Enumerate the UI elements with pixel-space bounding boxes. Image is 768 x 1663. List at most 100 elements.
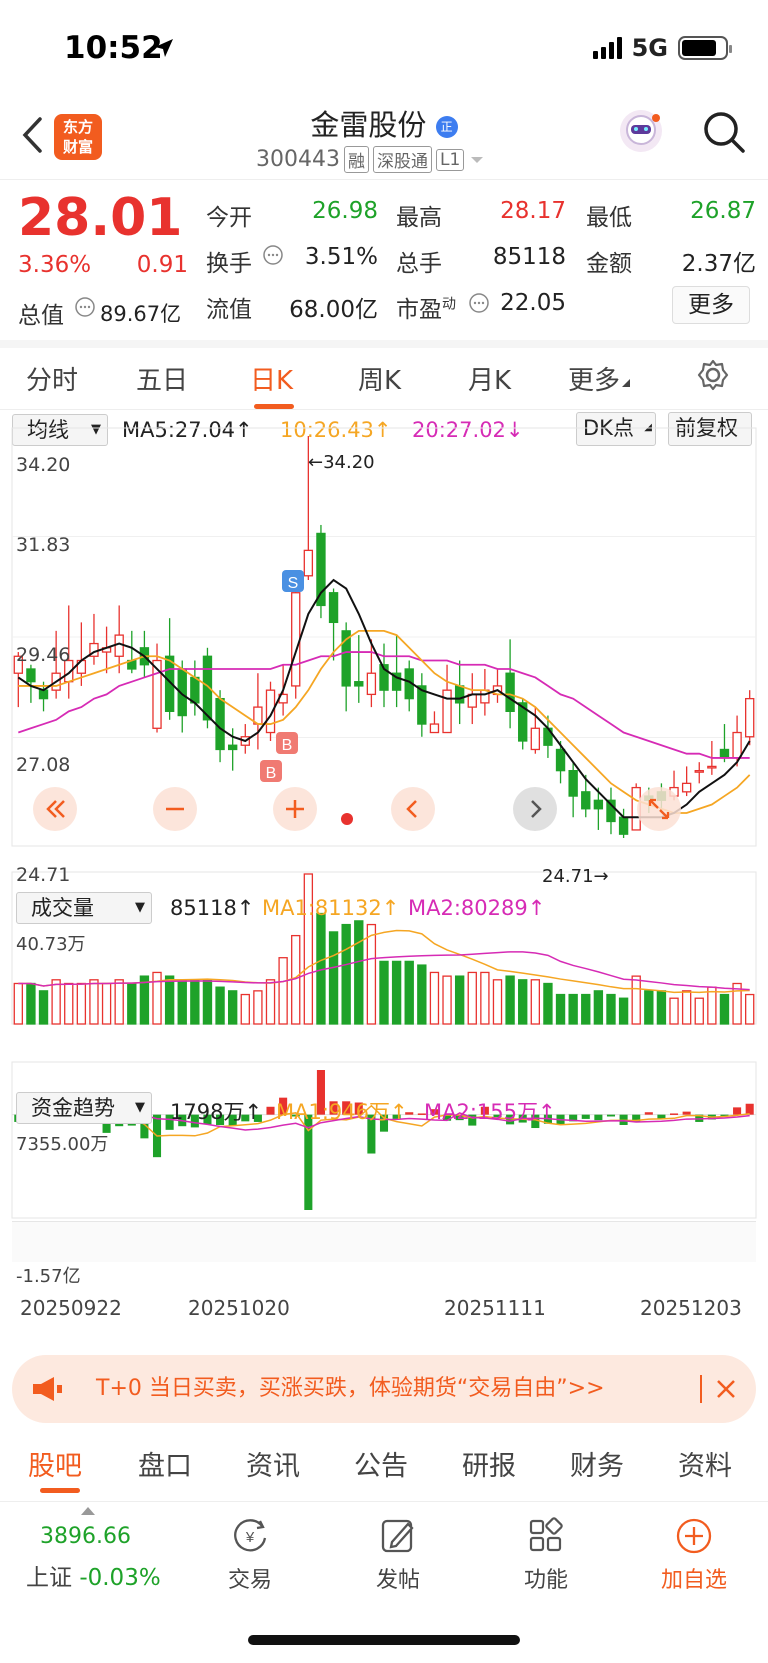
- volume-bar: [644, 990, 654, 1025]
- current-price: 28.01: [18, 188, 183, 248]
- tab-weekly-k[interactable]: 周K: [358, 360, 401, 397]
- index-value[interactable]: 3896.66: [40, 1524, 131, 1549]
- post-button[interactable]: 发帖: [348, 1516, 448, 1594]
- settings-icon[interactable]: [696, 358, 730, 392]
- funds-bar: [581, 1114, 590, 1119]
- low-label: 最低: [586, 205, 632, 231]
- candle-body: [480, 689, 490, 704]
- info-icon[interactable]: [74, 296, 96, 318]
- candle-body: [581, 791, 591, 810]
- kline-chart[interactable]: [0, 410, 768, 1340]
- funds-bar: [644, 1112, 653, 1115]
- tab-news[interactable]: 资讯: [246, 1444, 300, 1483]
- promo-banner[interactable]: T+0 当日买卖，买涨买跌，体验期货“交易自由”>>: [12, 1355, 756, 1423]
- volume-bar: [391, 960, 402, 1025]
- scroll-left-fast-icon[interactable]: [32, 786, 78, 832]
- trade-icon: ¥: [234, 1519, 267, 1552]
- x-axis-band: [12, 1222, 756, 1262]
- volume-bar: [454, 975, 465, 1025]
- index-name[interactable]: 上证 -0.03%: [26, 1558, 161, 1592]
- candle-body: [530, 727, 541, 751]
- volume-bar: [379, 960, 389, 1025]
- candle-body: [429, 723, 440, 734]
- candle-body: [719, 748, 730, 759]
- volume-bar: [442, 975, 452, 1025]
- more-button[interactable]: 更多: [672, 286, 750, 324]
- volume-indicator-select[interactable]: 成交量 ▼: [16, 892, 152, 924]
- tab-research[interactable]: 研报: [462, 1444, 516, 1483]
- candle-body: [26, 668, 36, 683]
- tab-intraday[interactable]: 分时: [26, 360, 78, 397]
- add-watchlist-button[interactable]: 加自选: [644, 1516, 744, 1594]
- volume-bar: [581, 993, 591, 1025]
- volume-bar: [190, 979, 200, 1025]
- candle-body: [618, 816, 629, 835]
- volume-label: 总手: [396, 251, 442, 277]
- funds-ma1-label: MA1:946万↑: [276, 1100, 408, 1124]
- tab-more[interactable]: 更多: [568, 360, 632, 397]
- network-type: 5G: [631, 34, 668, 62]
- zoom-out-icon[interactable]: [152, 786, 198, 832]
- svg-text:B: B: [282, 737, 293, 754]
- chart-area[interactable]: 均线 ▼ MA5:27.04↑ 10:26.43↑ 20:27.02↓ DK点 ◢ …: [0, 410, 768, 1340]
- fullscreen-icon[interactable]: [636, 786, 682, 832]
- tab-profile[interactable]: 资料: [678, 1444, 732, 1483]
- tab-finance[interactable]: 财务: [570, 1444, 624, 1483]
- volume-bar: [518, 979, 528, 1025]
- pe-value: 22.05: [500, 290, 566, 316]
- volume-bar: [555, 993, 566, 1025]
- dropdown-icon: [471, 156, 484, 163]
- stock-code-row[interactable]: 300443 融 深股通 L1: [256, 146, 486, 173]
- candle-body: [354, 681, 364, 687]
- candle-body: [694, 769, 704, 773]
- volume-value: 85118: [492, 244, 566, 270]
- connect-tag: 深股通: [372, 146, 432, 173]
- candle-body: [707, 765, 717, 769]
- signal-icon: [592, 37, 622, 59]
- tab-order-book[interactable]: 盘口: [138, 1444, 192, 1483]
- margin-tag: 融: [343, 146, 369, 173]
- scroll-right-icon[interactable]: [512, 786, 558, 832]
- scroll-left-icon[interactable]: [390, 786, 436, 832]
- funds-bar: [745, 1103, 754, 1115]
- volume-max-label: 40.73万: [16, 934, 86, 955]
- robot-assistant-icon[interactable]: [616, 106, 666, 156]
- funds-bar: [606, 1114, 616, 1117]
- volume-bar: [681, 990, 692, 1025]
- tab-monthly-k[interactable]: 月K: [468, 360, 511, 397]
- megaphone-icon: [33, 1377, 62, 1401]
- candle-body: [442, 689, 452, 734]
- tab-five-day[interactable]: 五日: [136, 360, 188, 397]
- funds-max-label: 7355.00万: [16, 1134, 109, 1155]
- high-value: 28.17: [500, 198, 566, 224]
- volume-bar: [328, 931, 339, 1025]
- tab-daily-k[interactable]: 日K: [250, 360, 293, 397]
- info-icon[interactable]: [262, 244, 284, 266]
- tab-announcements[interactable]: 公告: [354, 1444, 408, 1483]
- info-icon[interactable]: [468, 292, 490, 314]
- candle-body: [366, 672, 377, 696]
- max-price-label: ←34.20: [308, 452, 375, 473]
- functions-button[interactable]: 功能: [496, 1516, 596, 1594]
- zoom-in-icon[interactable]: [272, 786, 318, 832]
- close-icon[interactable]: [714, 1377, 738, 1401]
- amount-label: 金额: [586, 251, 632, 277]
- funds-ma2-label: MA2:155万↑: [424, 1100, 556, 1124]
- volume-bar: [417, 964, 427, 1025]
- volume-bar: [656, 990, 667, 1025]
- x-date-2: 20251020: [188, 1296, 290, 1320]
- funds-indicator-select[interactable]: 资金趋势 ▼: [16, 1092, 152, 1124]
- tab-forum[interactable]: 股吧: [28, 1444, 82, 1483]
- dot-indicator-icon: [341, 813, 353, 825]
- search-icon[interactable]: [702, 110, 746, 154]
- high-label: 最高: [396, 205, 442, 231]
- svg-text:¥: ¥: [245, 1529, 255, 1546]
- volume-bar: [278, 957, 288, 1025]
- stock-header: 东方 财富 金雷股份 正 300443 融 深股通 L1: [0, 92, 768, 180]
- volume-bar: [13, 982, 23, 1025]
- volume-bar: [366, 923, 377, 1025]
- level-tag: L1: [435, 148, 465, 171]
- candle-body: [568, 769, 578, 797]
- volume-bar: [568, 993, 578, 1025]
- trade-button[interactable]: ¥ 交易: [200, 1516, 300, 1594]
